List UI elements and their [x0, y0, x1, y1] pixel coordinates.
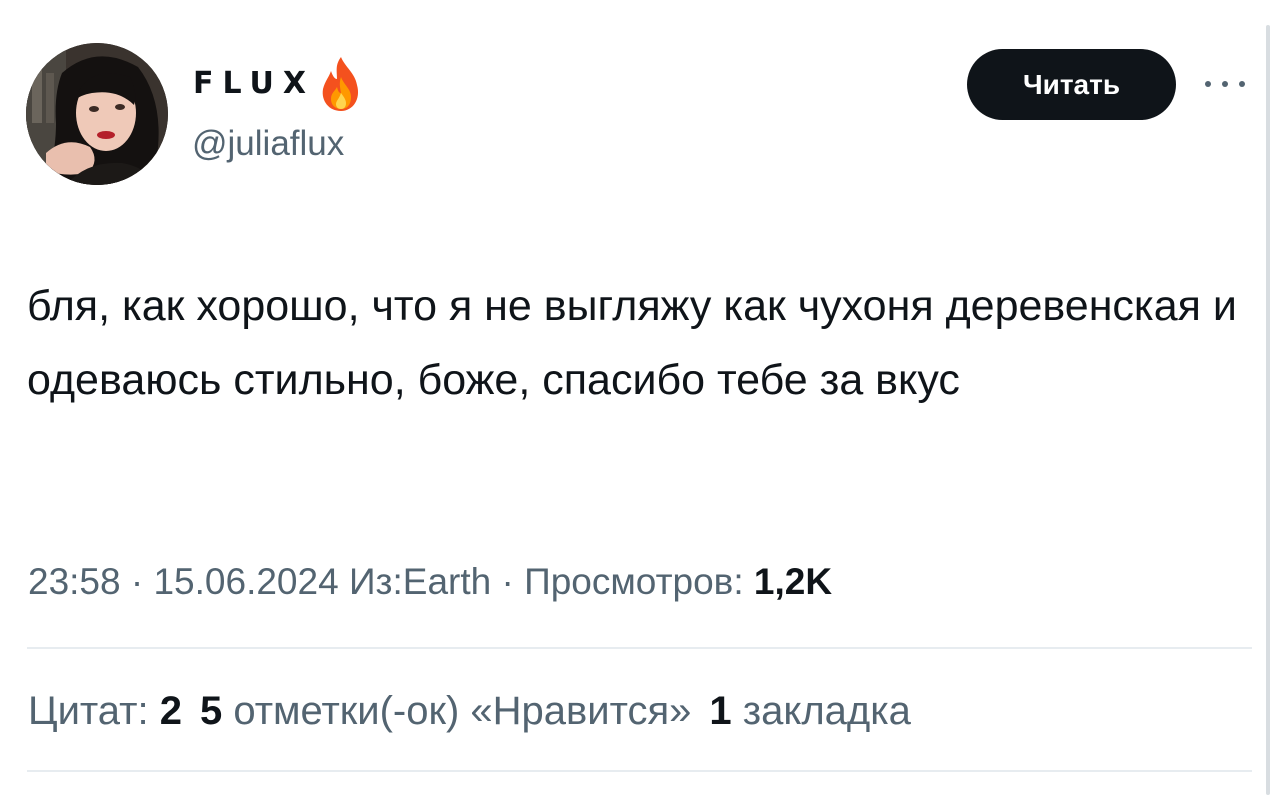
tweet-source: Из:Earth — [348, 561, 492, 602]
more-horizontal-icon[interactable] — [1205, 74, 1245, 94]
bookmarks-count: 1 — [709, 689, 732, 733]
avatar-photo — [26, 43, 168, 185]
fire-icon — [317, 55, 365, 113]
author-name-row[interactable]: FLUX — [193, 56, 365, 112]
likes-count: 5 — [199, 689, 223, 733]
author-handle[interactable]: @juliaflux — [192, 126, 344, 161]
tweet-date[interactable]: 15.06.2024 — [153, 561, 338, 602]
quotes-count: 2 — [159, 689, 182, 733]
dot — [1239, 81, 1245, 87]
bookmarks-label: закладка — [731, 689, 911, 733]
avatar[interactable] — [26, 43, 168, 185]
divider — [27, 770, 1252, 772]
quotes-stat[interactable]: Цитат: 2 — [28, 688, 182, 734]
tweet-meta: 23:58 · 15.06.2024 Из:Earth · Просмотров… — [28, 560, 832, 604]
scrollbar[interactable] — [1266, 25, 1270, 795]
quotes-label: Цитат: — [28, 689, 160, 733]
tweet-text: бля, как хорошо, что я не выгляжу как чу… — [27, 282, 1237, 404]
divider — [27, 647, 1252, 649]
meta-separator: · — [491, 561, 525, 602]
dot — [1222, 81, 1228, 87]
tweet-time[interactable]: 23:58 — [28, 561, 121, 602]
follow-button[interactable]: Читать — [967, 49, 1176, 120]
tweet-stats: Цитат: 2 5 отметки(-ок) «Нравится» 1 зак… — [28, 688, 929, 734]
meta-separator: · — [120, 561, 154, 602]
bookmarks-stat[interactable]: 1 закладка — [709, 688, 910, 734]
likes-stat[interactable]: 5 отметки(-ок) «Нравится» — [200, 688, 691, 734]
views-count: 1,2K — [753, 561, 833, 602]
display-name[interactable]: FLUX — [193, 69, 315, 99]
views-label: Просмотров: — [524, 561, 754, 602]
likes-label: отметки(-ок) «Нравится» — [222, 689, 692, 733]
dot — [1205, 81, 1211, 87]
